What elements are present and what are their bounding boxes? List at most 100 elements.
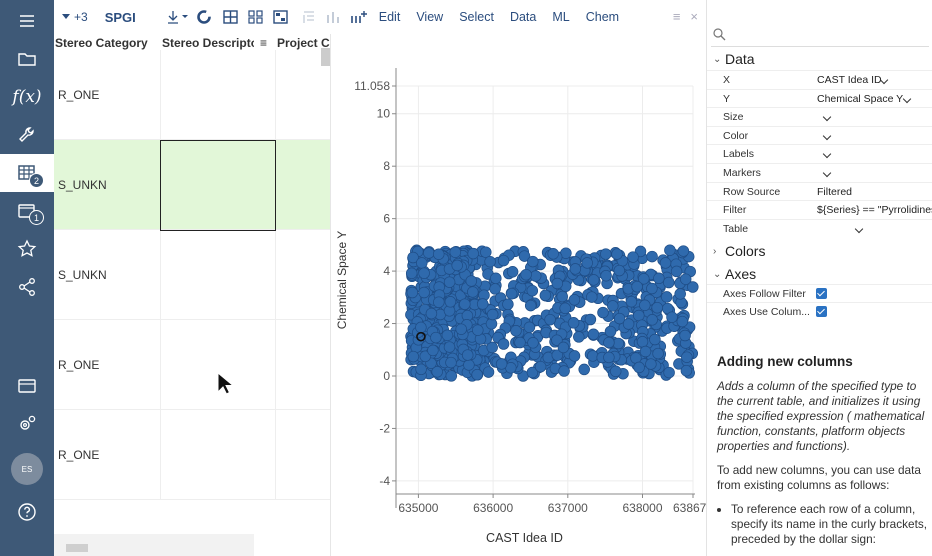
scatter-point[interactable] [443, 276, 456, 288]
scatter-point[interactable] [471, 368, 483, 381]
cell-stereo-descriptor[interactable] [161, 50, 276, 140]
cell-stereo-category[interactable]: S_UNKN [54, 230, 161, 320]
scatter-point[interactable] [649, 333, 661, 346]
prop-filter[interactable]: Filter ${Series} == "Pyrrolidines" [707, 200, 932, 219]
prop-color[interactable]: Color [707, 125, 932, 145]
cell-project-code[interactable] [276, 140, 330, 230]
scatter-point[interactable] [603, 351, 615, 364]
scatter-point[interactable] [405, 267, 418, 280]
scatter-point[interactable] [432, 248, 445, 260]
menu-view[interactable]: View [416, 10, 443, 24]
scatter-point[interactable] [430, 331, 442, 344]
scatter-point[interactable] [497, 254, 510, 267]
chevron-down-icon[interactable] [822, 150, 832, 159]
prop-value[interactable]: CAST Idea ID [817, 74, 882, 86]
scatter-point[interactable] [611, 248, 623, 260]
scatter-point[interactable] [407, 350, 420, 363]
current-cell[interactable] [160, 140, 276, 231]
scatter-point[interactable] [523, 321, 536, 334]
prop-axes-option[interactable]: Axes Use Colum... [707, 302, 932, 321]
scatter-point[interactable] [526, 284, 539, 297]
scatter-point[interactable] [659, 257, 672, 269]
scatter-point[interactable] [681, 351, 693, 363]
scatter-point[interactable] [514, 336, 526, 349]
scatter-point[interactable] [551, 277, 564, 290]
scatter-point[interactable] [645, 358, 657, 370]
cell-stereo-category[interactable]: S_UNKN [54, 140, 161, 230]
scatter-point[interactable] [415, 321, 427, 334]
scatter-point[interactable] [510, 325, 522, 337]
scatter-point[interactable] [524, 299, 537, 312]
scatter-point[interactable] [581, 257, 593, 269]
section-colors[interactable]: › Colors [713, 243, 765, 259]
scatter-point[interactable] [425, 307, 438, 320]
scatter-plot[interactable]: 11.058 10 8 6 4 2 0 -2 -4 635000 636000 637000 63800… [217, 34, 713, 556]
scatter-point[interactable] [587, 274, 600, 286]
scatter-point[interactable] [505, 287, 518, 300]
scatter-point[interactable] [529, 270, 542, 282]
help-icon[interactable] [0, 493, 54, 531]
scatter-point[interactable] [578, 363, 590, 376]
hamburger-icon[interactable]: ≡ [673, 9, 681, 24]
scatter-point[interactable] [482, 366, 495, 378]
scatter-point[interactable] [613, 264, 626, 277]
menu-chem[interactable]: Chem [586, 10, 619, 24]
scatter-point[interactable] [465, 275, 478, 287]
scatter-point[interactable] [625, 295, 638, 308]
scatter-point[interactable] [676, 315, 689, 328]
scatter-point[interactable] [534, 360, 547, 373]
settings-icon[interactable] [0, 405, 54, 443]
chevron-down-icon[interactable] [822, 112, 832, 122]
menu-ml[interactable]: ML [552, 10, 569, 24]
prop-labels[interactable]: Labels [707, 144, 932, 163]
scatter-point[interactable] [633, 309, 645, 322]
cell-stereo-descriptor[interactable] [161, 320, 276, 410]
menu-data[interactable]: Data [510, 10, 536, 24]
scatter-point[interactable] [603, 336, 615, 349]
scatter-point[interactable] [646, 314, 658, 326]
scatter-point[interactable] [622, 318, 635, 330]
download-icon[interactable] [167, 10, 189, 24]
scatter-point[interactable] [547, 248, 559, 260]
cell-project-code[interactable] [276, 50, 330, 140]
star-icon[interactable] [0, 230, 54, 268]
scatter-point[interactable] [631, 280, 643, 293]
tables-icon[interactable]: 2 [0, 154, 54, 192]
prop-markers[interactable]: Markers [707, 163, 932, 182]
prop-value[interactable]: ${Series} == "Pyrrolidines" [817, 204, 932, 216]
table-row[interactable]: R_ONE [54, 320, 330, 410]
scatter-point[interactable] [557, 341, 570, 354]
scatter-point[interactable] [497, 338, 510, 350]
scatter-point[interactable] [680, 364, 693, 377]
scatter-point[interactable] [441, 329, 454, 342]
scatter-point[interactable] [607, 300, 619, 312]
cell-stereo-descriptor[interactable] [161, 410, 276, 500]
share-icon[interactable] [0, 268, 54, 306]
table-row[interactable]: R_ONE [54, 50, 330, 140]
scatter-point[interactable] [568, 350, 581, 362]
wrench-icon[interactable] [0, 116, 54, 154]
scatter-point[interactable] [587, 350, 599, 362]
scatter-point[interactable] [418, 267, 430, 279]
scatter-point[interactable] [664, 244, 676, 256]
scatter-point[interactable] [670, 265, 683, 278]
prop-table[interactable]: Table [707, 218, 932, 238]
chevron-down-icon[interactable] [822, 131, 832, 141]
table-row[interactable]: R_ONE [54, 410, 330, 500]
scatter-point[interactable] [558, 365, 570, 377]
checkbox[interactable] [816, 288, 827, 299]
scatter-point[interactable] [679, 273, 692, 285]
scatter-point[interactable] [455, 323, 467, 335]
cell-stereo-category[interactable]: R_ONE [54, 320, 161, 410]
functions-icon[interactable]: f(x) [0, 78, 54, 116]
cell-stereo-descriptor[interactable] [161, 230, 276, 320]
scatter-point[interactable] [544, 313, 556, 326]
scatter-point[interactable] [443, 341, 456, 353]
scatter-point[interactable] [600, 269, 612, 282]
scatter-point[interactable] [639, 299, 651, 312]
chevron-down-icon[interactable] [902, 94, 912, 103]
scatter-point[interactable] [636, 336, 649, 348]
scatter-point[interactable] [646, 250, 658, 263]
cell-stereo-category[interactable]: R_ONE [54, 410, 161, 500]
scatter-point[interactable] [433, 296, 445, 308]
